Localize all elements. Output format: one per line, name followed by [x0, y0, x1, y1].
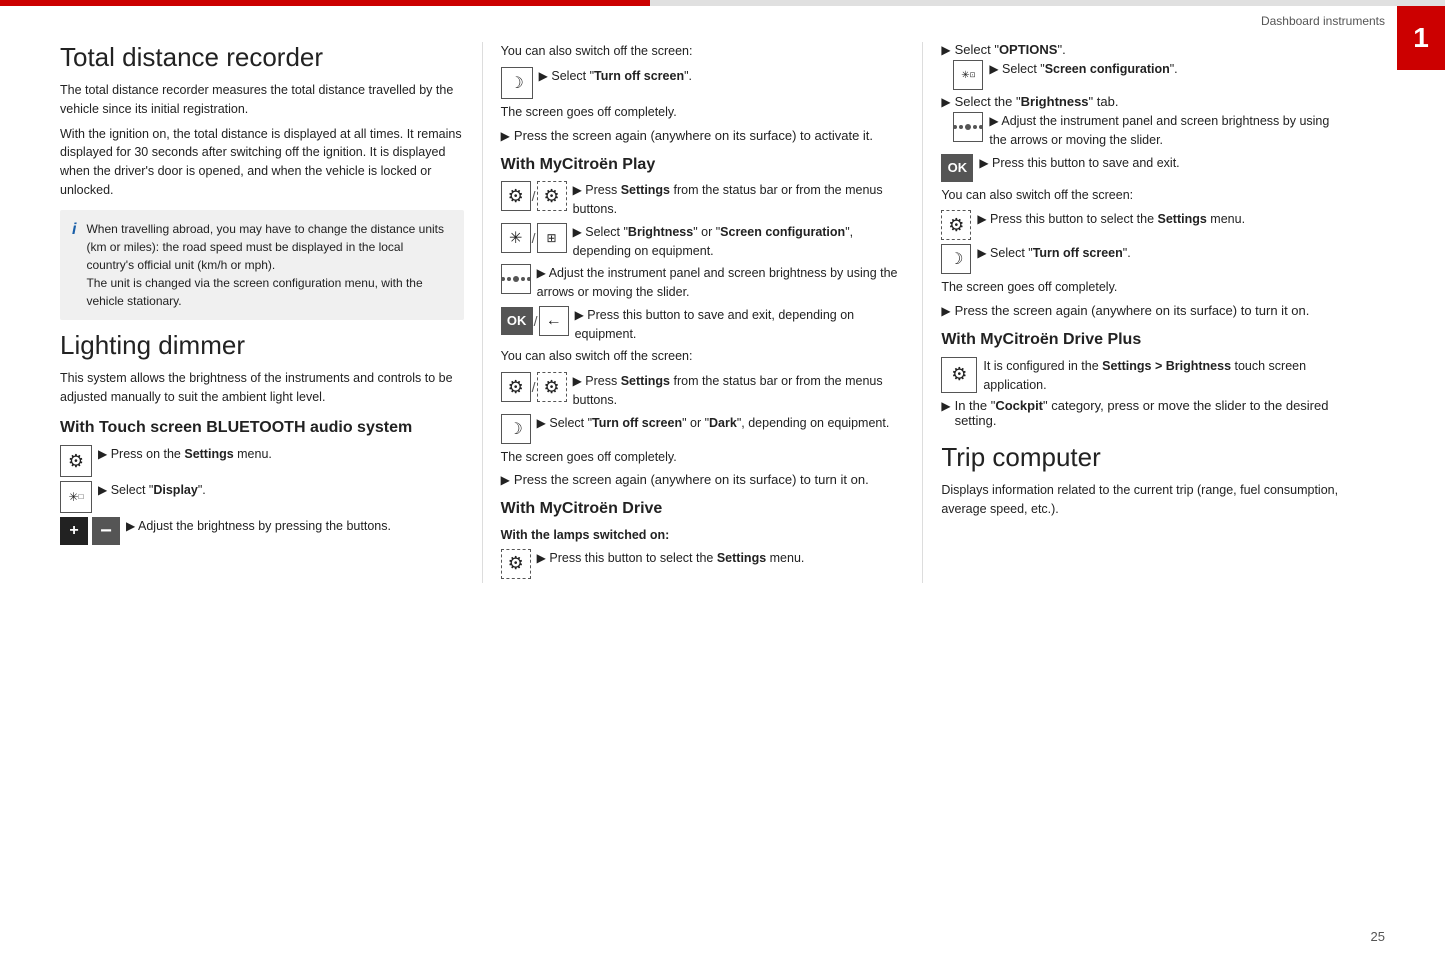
chapter-tab: 1	[1397, 6, 1445, 70]
instr-col3-settings: ▶ Press this button to select the Settin…	[941, 210, 1345, 240]
instr-col3-settings-text: ▶ Press this button to select the Settin…	[977, 210, 1345, 229]
gear-icon-1	[501, 181, 531, 211]
instr-adjust-slider: ▶ Adjust the instrument panel and screen…	[941, 112, 1345, 150]
instr-display-select: ✳□ ▶ Select "Display".	[60, 481, 464, 513]
instr-also-text-2: ▶ Select "Turn off screen" or "Dark", de…	[537, 414, 905, 433]
moon-icon	[501, 67, 533, 99]
column-1: Total distance recorder The total distan…	[60, 42, 482, 583]
instr-settings-press: ▶ Press on the Settings menu.	[60, 445, 464, 477]
sub-trip-computer: Trip computer	[941, 442, 1345, 473]
gear-icon	[60, 445, 92, 477]
instr-play-settings: / ▶ Press Settings from the status bar o…	[501, 181, 905, 219]
info-text: When travelling abroad, you may have to …	[86, 220, 451, 310]
para-col3-off: The screen goes off completely.	[941, 278, 1345, 297]
title-total-distance: Total distance recorder	[60, 42, 464, 73]
bullet-options: ▶ Select "OPTIONS".	[941, 42, 1345, 57]
instr-also-turnoff: ▶ Select "Turn off screen" or "Dark", de…	[501, 414, 905, 444]
instr-screen-config-text: ▶ Select "Screen configuration".	[989, 60, 1345, 79]
moon-icon-2	[501, 414, 531, 444]
sub-mycitroen-drive-plus: With MyCitroën Drive Plus	[941, 330, 1345, 351]
instr-text-2: ▶ Select "Display".	[98, 481, 464, 500]
para-lamps-on: With the lamps switched on:	[501, 526, 905, 545]
para-screen-off: The screen goes off completely.	[501, 103, 905, 122]
title-lighting-dimmer: Lighting dimmer	[60, 330, 464, 361]
gear-icon-col3	[941, 210, 971, 240]
gear-icon-drive	[501, 549, 531, 579]
info-icon: i	[72, 221, 76, 239]
brightness-screen-icons: ✳ / ⊞	[501, 223, 567, 253]
instr-drive-text: ▶ Press this button to select the Settin…	[537, 549, 905, 568]
screen-config-icon-2: ✳⊡	[953, 60, 983, 90]
bullet-cockpit: ▶ In the "Cockpit" category, press or mo…	[941, 398, 1345, 428]
instr-col3-turnoff-text: ▶ Select "Turn off screen".	[977, 244, 1345, 263]
para-also-off: The screen goes off completely.	[501, 448, 905, 467]
instr-ok-text: ▶ Press this button to save and exit.	[979, 154, 1345, 173]
header: Dashboard instruments	[0, 6, 1445, 32]
instr-drive-plus-text: It is configured in the Settings > Brigh…	[983, 357, 1345, 395]
gear-icon-2	[537, 181, 567, 211]
instr-adjust-text: ▶ Adjust the instrument panel and screen…	[989, 112, 1345, 150]
minus-icon: −	[92, 517, 120, 545]
para-lighting: This system allows the brightness of the…	[60, 369, 464, 407]
instr-col3-turnoff: ▶ Select "Turn off screen".	[941, 244, 1345, 274]
info-box: i When travelling abroad, you may have t…	[60, 210, 464, 320]
slider-dots-2	[953, 124, 983, 130]
section-title: Dashboard instruments	[1261, 14, 1385, 28]
bullet-col3-press-again: ▶ Press the screen again (anywhere on it…	[941, 303, 1345, 318]
screen-config-icon: ✳□	[60, 481, 92, 513]
instr-drive-plus-config: It is configured in the Settings > Brigh…	[941, 357, 1345, 395]
instr-play-save: OK / ▶ Press this button to save and exi…	[501, 306, 905, 344]
ok-back-icons: OK /	[501, 306, 569, 336]
instr-also-settings: / ▶ Press Settings from the status bar o…	[501, 372, 905, 410]
column-3: ▶ Select "OPTIONS". ✳⊡ ▶ Select "Screen …	[922, 42, 1385, 583]
sub-touch-screen: With Touch screen BLUETOOTH audio system	[60, 418, 464, 439]
slider-icon-2	[953, 112, 983, 142]
para-also-switch-2: You can also switch off the screen:	[501, 347, 905, 366]
gear-icon-4	[537, 372, 567, 402]
slider-dots	[501, 276, 531, 282]
column-2: You can also switch off the screen: ▶ Se…	[482, 42, 923, 583]
instr-also-text-1: ▶ Press Settings from the status bar or …	[573, 372, 905, 410]
instr-adjust-brightness: + − ▶ Adjust the brightness by pressing …	[60, 517, 464, 545]
sub-mycitroen-play: With MyCitroën Play	[501, 155, 905, 176]
instr-text-1: ▶ Press on the Settings menu.	[98, 445, 464, 464]
slider-icon	[501, 264, 531, 294]
instr-play-text-3: ▶ Adjust the instrument panel and screen…	[537, 264, 905, 302]
screen-icon: ⊞	[537, 223, 567, 253]
main-content: Total distance recorder The total distan…	[0, 32, 1445, 613]
para-trip: Displays information related to the curr…	[941, 481, 1345, 519]
page-number: 25	[1371, 929, 1385, 944]
para-also-switch: You can also switch off the screen:	[501, 42, 905, 61]
instr-drive-settings: ▶ Press this button to select the Settin…	[501, 549, 905, 579]
bullet-press-again-2: ▶ Press the screen again (anywhere on it…	[501, 472, 905, 487]
brightness-icon: ✳	[501, 223, 531, 253]
para-col3-also: You can also switch off the screen:	[941, 186, 1345, 205]
instr-play-text-1: ▶ Press Settings from the status bar or …	[573, 181, 905, 219]
instr-play-text-2: ▶ Select "Brightness" or "Screen configu…	[573, 223, 905, 261]
para-total-1: The total distance recorder measures the…	[60, 81, 464, 119]
instr-ok-save: OK ▶ Press this button to save and exit.	[941, 154, 1345, 182]
ok-btn-icon: OK	[941, 154, 973, 182]
instr-play-slider: ▶ Adjust the instrument panel and screen…	[501, 264, 905, 302]
bullet-brightness-tab: ▶ Select the "Brightness" tab.	[941, 94, 1345, 109]
instr-play-brightness: ✳ / ⊞ ▶ Select "Brightness" or "Screen c…	[501, 223, 905, 261]
gear-icon-drive-plus	[941, 357, 977, 393]
also-gear-icons: /	[501, 372, 567, 402]
gear-icon-3	[501, 372, 531, 402]
back-icon	[539, 306, 569, 336]
play-gear-icons: /	[501, 181, 567, 211]
ok-icon: OK	[501, 307, 533, 335]
moon-icon-col3	[941, 244, 971, 274]
bullet-press-again: ▶ Press the screen again (anywhere on it…	[501, 128, 905, 143]
instr-play-text-4: ▶ Press this button to save and exit, de…	[575, 306, 905, 344]
sub-mycitroen-drive: With MyCitroën Drive	[501, 499, 905, 520]
instr-turnoff-screen: ▶ Select "Turn off screen".	[501, 67, 905, 99]
plus-minus-icons: + −	[60, 517, 120, 545]
instr-text-3: ▶ Adjust the brightness by pressing the …	[126, 517, 464, 536]
plus-icon: +	[60, 517, 88, 545]
para-total-2: With the ignition on, the total distance…	[60, 125, 464, 200]
instr-screen-config: ✳⊡ ▶ Select "Screen configuration".	[941, 60, 1345, 90]
